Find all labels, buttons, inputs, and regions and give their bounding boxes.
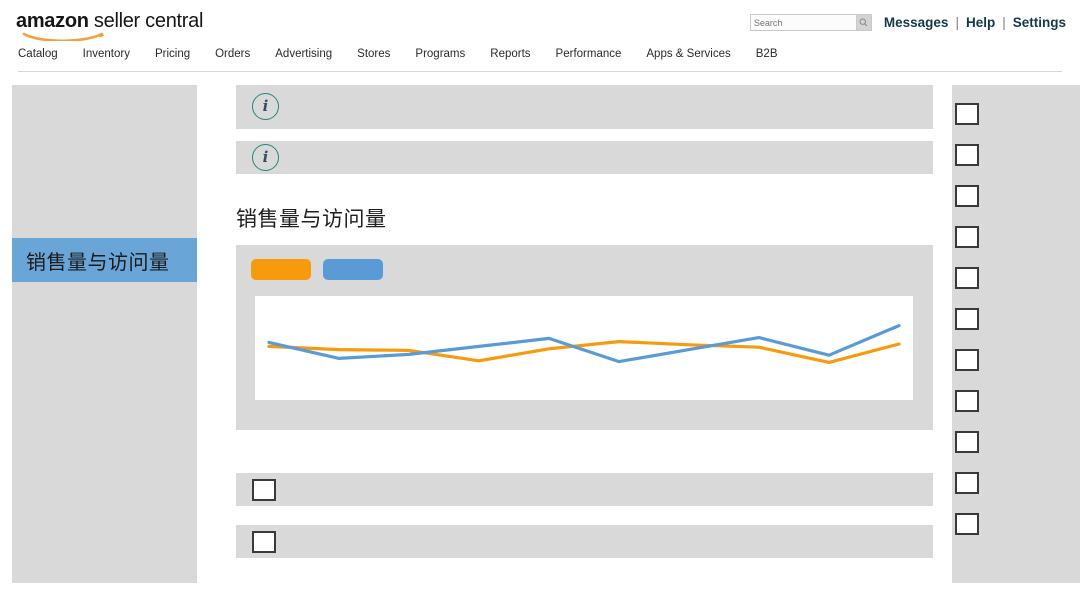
line-chart-svg: [267, 324, 901, 365]
nav-divider: [18, 71, 1062, 72]
page-title: 销售量与访问量: [236, 207, 387, 231]
right-filter-panel: [952, 85, 1080, 583]
bottom-row-1: [236, 473, 933, 506]
legend-swatch-blue[interactable]: [323, 259, 383, 280]
logo-text: amazon seller central: [16, 10, 203, 32]
chart-legend: [251, 259, 383, 280]
nav-item-catalog[interactable]: Catalog: [18, 48, 58, 60]
info-icon[interactable]: i: [252, 93, 279, 120]
header-utility-area: Messages | Help | Settings: [749, 14, 1066, 31]
search-icon: [859, 18, 868, 27]
row-checkbox[interactable]: [252, 479, 276, 501]
sidebar-item-sales-and-traffic[interactable]: 销售量与访问量: [12, 238, 197, 282]
nav-item-reports[interactable]: Reports: [490, 48, 530, 60]
left-sidebar: 销售量与访问量: [12, 85, 197, 583]
filter-checkbox[interactable]: [955, 144, 979, 166]
header-links: Messages | Help | Settings: [884, 15, 1066, 30]
primary-nav: Catalog Inventory Pricing Orders Adverti…: [0, 48, 1080, 73]
bottom-row-2: [236, 525, 933, 558]
amazon-seller-central-logo[interactable]: amazon seller central: [16, 10, 203, 41]
page-root: amazon seller central Me: [0, 0, 1080, 603]
info-banner-1: i: [236, 85, 933, 129]
info-icon[interactable]: i: [252, 144, 279, 171]
legend-swatch-orange[interactable]: [251, 259, 311, 280]
search-button[interactable]: [855, 15, 871, 30]
logo-brand: amazon: [16, 10, 89, 32]
nav-item-advertising[interactable]: Advertising: [275, 48, 332, 60]
nav-item-stores[interactable]: Stores: [357, 48, 390, 60]
filter-checkbox[interactable]: [955, 431, 979, 453]
site-header: amazon seller central Me: [0, 0, 1080, 73]
link-separator-1: |: [955, 15, 959, 30]
filter-checkbox[interactable]: [955, 103, 979, 125]
link-separator-2: |: [1002, 15, 1006, 30]
logo-product: seller central: [88, 10, 204, 32]
chart-plot-area: [255, 296, 913, 400]
filter-checkbox[interactable]: [955, 308, 979, 330]
filter-checkbox[interactable]: [955, 185, 979, 207]
nav-item-programs[interactable]: Programs: [415, 48, 465, 60]
sales-traffic-chart-panel: [236, 245, 933, 430]
info-banner-2: i: [236, 141, 933, 174]
settings-link[interactable]: Settings: [1013, 15, 1066, 30]
amazon-smile-icon: [22, 30, 106, 41]
search-input[interactable]: [750, 15, 851, 30]
nav-item-orders[interactable]: Orders: [215, 48, 250, 60]
chart-line-orange: [267, 339, 901, 365]
messages-link[interactable]: Messages: [884, 15, 949, 30]
nav-item-b2b[interactable]: B2B: [756, 48, 778, 60]
info-icon-glyph: i: [262, 97, 269, 115]
nav-item-performance[interactable]: Performance: [556, 48, 622, 60]
filter-checkbox[interactable]: [955, 349, 979, 371]
filter-checkbox[interactable]: [955, 226, 979, 248]
nav-item-pricing[interactable]: Pricing: [155, 48, 190, 60]
row-checkbox[interactable]: [252, 531, 276, 553]
info-icon-glyph: i: [262, 148, 269, 166]
sidebar-item-label: 销售量与访问量: [26, 249, 170, 274]
filter-checkbox[interactable]: [955, 390, 979, 412]
help-link[interactable]: Help: [966, 15, 995, 30]
nav-item-inventory[interactable]: Inventory: [83, 48, 130, 60]
filter-checkbox[interactable]: [955, 513, 979, 535]
filter-checkbox[interactable]: [955, 267, 979, 289]
search-box[interactable]: [749, 14, 872, 31]
nav-item-apps-services[interactable]: Apps & Services: [646, 48, 730, 60]
filter-checkbox[interactable]: [955, 472, 979, 494]
